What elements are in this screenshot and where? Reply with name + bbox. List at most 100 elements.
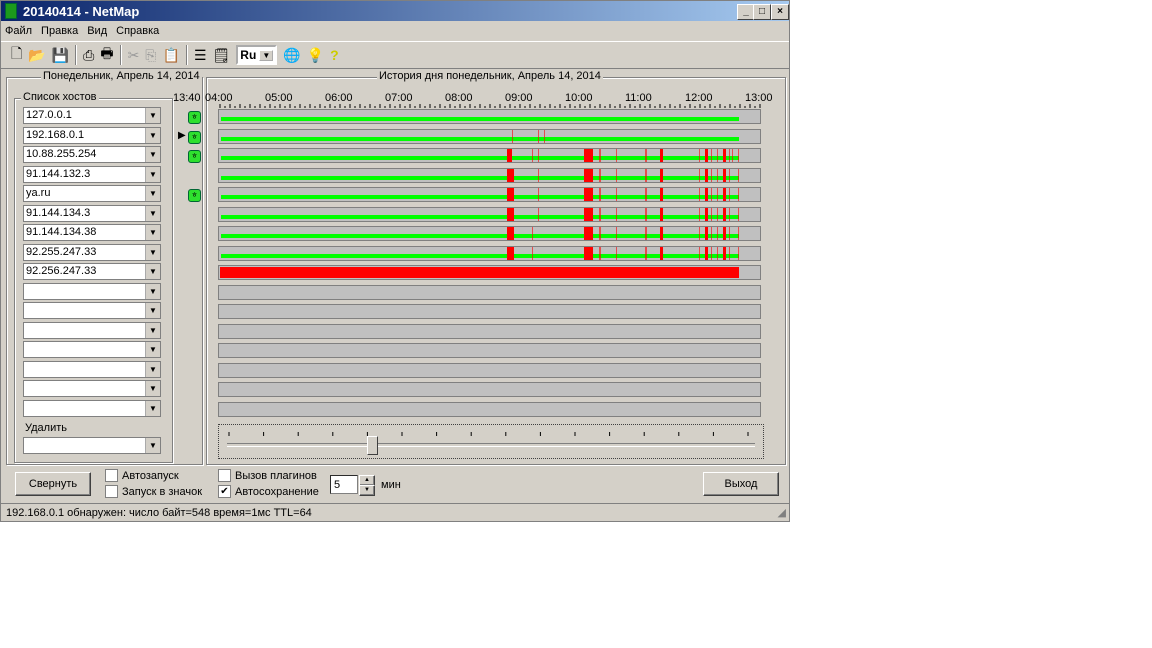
help-icon[interactable]: ? bbox=[330, 47, 339, 63]
chevron-down-icon: ▼ bbox=[259, 49, 274, 61]
chevron-down-icon: ▼ bbox=[145, 166, 160, 182]
host-timeline[interactable] bbox=[218, 265, 761, 280]
collapse-button[interactable]: Свернуть bbox=[15, 472, 91, 496]
host-combo[interactable]: ▼ bbox=[23, 321, 161, 339]
spin-down-button[interactable]: ▼ bbox=[359, 485, 375, 496]
outage-mark bbox=[660, 188, 664, 201]
host-timeline[interactable] bbox=[218, 284, 761, 300]
delete-combo[interactable]: ▼ bbox=[23, 437, 161, 454]
host-combo[interactable]: 92.255.247.33 ▼ bbox=[23, 243, 161, 261]
host-value: 127.0.0.1 bbox=[26, 109, 72, 121]
tray-checkbox[interactable]: Запуск в значок bbox=[105, 485, 202, 498]
plugins-checkbox[interactable]: Вызов плагинов bbox=[218, 469, 317, 482]
maximize-button[interactable]: □ bbox=[753, 4, 771, 20]
host-value: 10.88.255.254 bbox=[26, 148, 97, 160]
checkbox-box[interactable]: ✔ bbox=[218, 485, 231, 498]
status-ok-icon: ㅎ bbox=[188, 150, 201, 163]
lamp-icon[interactable]: 💡 bbox=[307, 47, 324, 64]
host-combo[interactable]: 91.144.132.3 ▼ bbox=[23, 165, 161, 183]
host-timeline[interactable] bbox=[218, 206, 761, 222]
host-combo[interactable]: 10.88.255.254 ▼ bbox=[23, 146, 161, 163]
slider-track bbox=[227, 443, 755, 447]
chevron-down-icon: ▼ bbox=[145, 381, 160, 396]
host-timeline[interactable] bbox=[218, 401, 761, 417]
outage-mark bbox=[738, 207, 740, 221]
status-text: 192.168.0.1 обнаружен: число байт=548 вр… bbox=[6, 507, 312, 519]
outage-mark bbox=[738, 188, 740, 201]
menu-view[interactable]: Вид bbox=[87, 25, 107, 37]
chevron-down-icon: ▼ bbox=[145, 342, 160, 357]
outage-mark bbox=[537, 168, 539, 182]
host-combo[interactable]: ▼ bbox=[23, 380, 161, 397]
autostart-checkbox[interactable]: Автозапуск bbox=[105, 469, 179, 482]
paste-icon[interactable]: 📋 bbox=[163, 47, 180, 64]
host-combo[interactable]: ▼ bbox=[23, 302, 161, 319]
open-icon[interactable]: 📂 bbox=[28, 47, 45, 64]
slider-thumb[interactable] bbox=[367, 436, 379, 455]
outage-mark bbox=[660, 227, 664, 240]
host-timeline[interactable] bbox=[218, 382, 761, 397]
host-combo[interactable]: 92.256.247.33 ▼ bbox=[23, 263, 161, 280]
host-timeline[interactable] bbox=[218, 167, 761, 183]
time-slider[interactable] bbox=[218, 424, 764, 459]
host-timeline[interactable] bbox=[218, 148, 761, 163]
host-combo[interactable]: 91.144.134.38 ▼ bbox=[23, 224, 161, 241]
host-timeline[interactable] bbox=[218, 304, 761, 319]
print-preview-icon[interactable]: ⎙ bbox=[83, 47, 94, 64]
outage-mark bbox=[615, 168, 617, 182]
host-timeline[interactable] bbox=[218, 343, 761, 358]
host-timeline[interactable] bbox=[218, 245, 761, 261]
host-timeline[interactable] bbox=[218, 109, 761, 124]
print-icon[interactable]: 🖶 bbox=[100, 43, 113, 67]
outage-mark bbox=[699, 168, 701, 182]
language-select[interactable]: Ru ▼ bbox=[236, 45, 278, 65]
cut-icon[interactable]: ✂ bbox=[128, 47, 140, 64]
menu-help[interactable]: Справка bbox=[116, 25, 159, 37]
outage-mark bbox=[729, 207, 731, 221]
host-combo[interactable]: ya.ru ▼ bbox=[23, 185, 161, 202]
outage-mark bbox=[583, 227, 594, 240]
interval-input[interactable]: 5 bbox=[330, 475, 358, 494]
host-timeline[interactable] bbox=[218, 226, 761, 241]
host-timeline[interactable] bbox=[218, 323, 761, 339]
outage-mark bbox=[717, 207, 719, 221]
host-timeline[interactable] bbox=[218, 128, 761, 144]
globe-icon[interactable]: 🌐 bbox=[283, 47, 300, 64]
hour-ruler bbox=[219, 104, 761, 108]
copy-icon[interactable]: ⎘ bbox=[145, 47, 156, 64]
outage-mark bbox=[738, 246, 740, 260]
current-time: 13:40 bbox=[173, 92, 201, 104]
autosave-checkbox[interactable]: ✔ Автосохранение bbox=[218, 485, 319, 498]
resize-grip-icon[interactable]: ◢ bbox=[778, 504, 786, 522]
checkbox-box[interactable] bbox=[218, 469, 231, 482]
outage-mark bbox=[506, 188, 514, 201]
host-combo[interactable]: ▼ bbox=[23, 341, 161, 358]
new-icon[interactable]: 🗋 bbox=[11, 43, 22, 67]
checkbox-box[interactable] bbox=[105, 485, 118, 498]
save-icon[interactable]: 💾 bbox=[52, 47, 69, 64]
host-timeline[interactable] bbox=[218, 362, 761, 378]
checkbox-box[interactable] bbox=[105, 469, 118, 482]
chevron-down-icon: ▼ bbox=[145, 400, 160, 416]
host-combo[interactable]: ▼ bbox=[23, 282, 161, 300]
title-bar: 20140414 - NetMap _ □ × bbox=[1, 1, 789, 21]
outage-mark bbox=[645, 246, 647, 260]
uptime-bar bbox=[221, 136, 740, 141]
outage-mark bbox=[729, 149, 731, 162]
host-combo[interactable]: 192.168.0.1 ▼ bbox=[23, 126, 161, 144]
outage-mark bbox=[645, 168, 647, 182]
list-icon[interactable]: ☰ bbox=[194, 47, 207, 64]
menu-edit[interactable]: Правка bbox=[41, 25, 78, 37]
host-value: 91.144.134.38 bbox=[26, 226, 97, 238]
properties-icon[interactable]: 🗒 bbox=[213, 47, 231, 64]
host-timeline[interactable] bbox=[218, 187, 761, 202]
menu-file[interactable]: Файл bbox=[5, 25, 32, 37]
status-ok-icon: ㅎ bbox=[188, 111, 201, 124]
chevron-down-icon: ▼ bbox=[145, 127, 160, 143]
host-combo[interactable]: ▼ bbox=[23, 360, 161, 378]
close-button[interactable]: × bbox=[771, 4, 789, 20]
exit-button[interactable]: Выход bbox=[703, 472, 779, 496]
host-combo[interactable]: 91.144.134.3 ▼ bbox=[23, 204, 161, 222]
host-combo[interactable]: 127.0.0.1 ▼ bbox=[23, 107, 161, 124]
host-combo[interactable]: ▼ bbox=[23, 399, 161, 417]
